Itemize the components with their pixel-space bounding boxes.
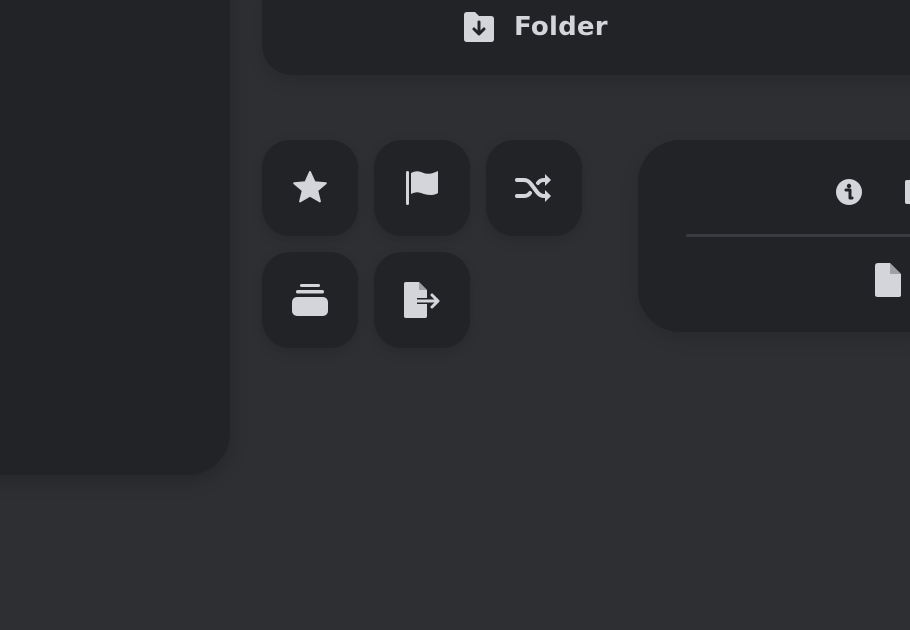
folder-card[interactable]: Folder bbox=[262, 0, 910, 75]
folder-button[interactable]: Folder bbox=[461, 11, 608, 43]
app-canvas: Folder bbox=[0, 0, 910, 630]
flag-icon bbox=[406, 171, 438, 205]
folder-download-icon bbox=[464, 12, 494, 42]
star-button[interactable] bbox=[262, 140, 358, 236]
divider bbox=[686, 234, 910, 237]
file-icon[interactable] bbox=[873, 262, 903, 298]
shuffle-button[interactable] bbox=[486, 140, 582, 236]
left-panel bbox=[0, 0, 230, 475]
file-export-icon bbox=[404, 282, 440, 318]
shuffle-icon bbox=[515, 174, 551, 202]
stack-button[interactable] bbox=[262, 252, 358, 348]
right-card bbox=[638, 140, 910, 332]
info-icon[interactable] bbox=[835, 178, 863, 206]
star-icon bbox=[293, 171, 327, 203]
tab-icon[interactable] bbox=[905, 180, 910, 204]
folder-label: Folder bbox=[514, 12, 608, 42]
stack-icon bbox=[292, 284, 328, 316]
file-export-button[interactable] bbox=[374, 252, 470, 348]
flag-button[interactable] bbox=[374, 140, 470, 236]
